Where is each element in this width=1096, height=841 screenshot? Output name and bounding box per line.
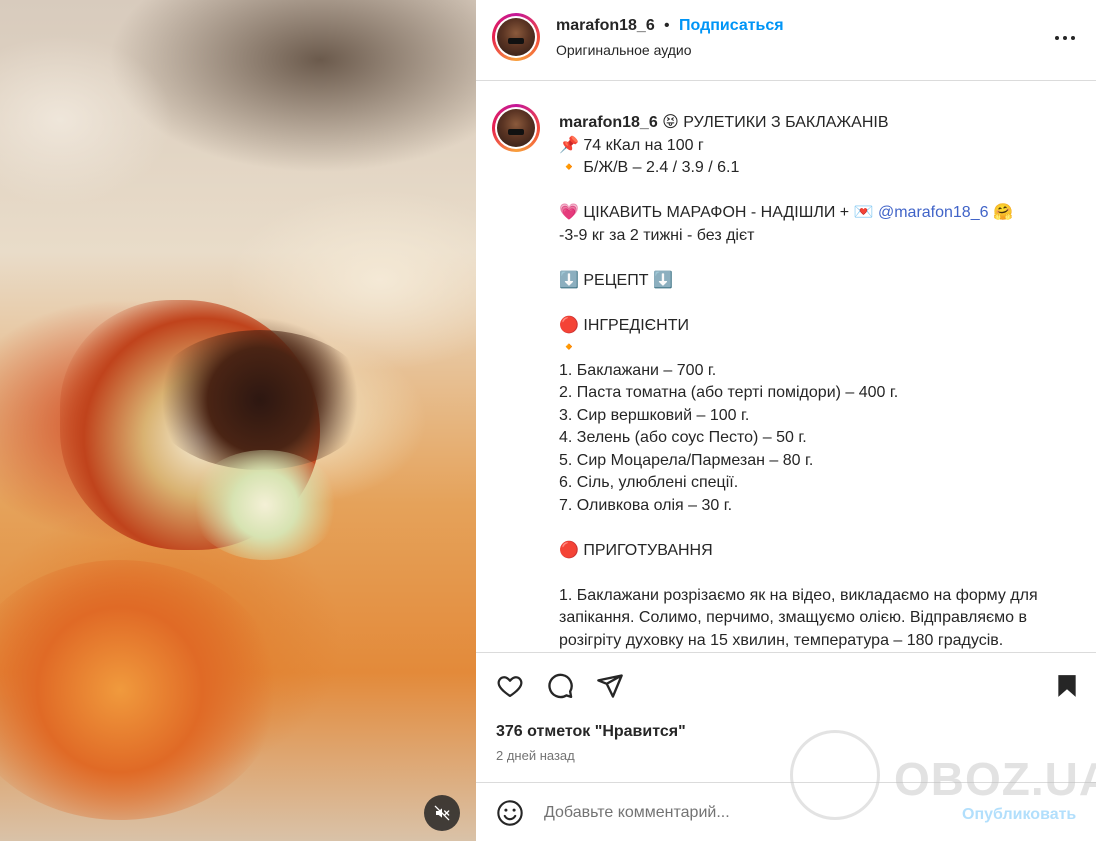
- share-button[interactable]: [594, 670, 626, 702]
- separator-dot: •: [664, 17, 670, 34]
- caption-line: marafon18_6 😝 РУЛЕТИКИ З БАКЛАЖАНІВ: [559, 114, 889, 131]
- recipe-step: 1. Баклажани розрізаємо як на відео, вик…: [559, 586, 1038, 649]
- comment-icon: [548, 673, 573, 699]
- more-icon: [1055, 36, 1059, 40]
- post-video[interactable]: [0, 0, 476, 841]
- avatar[interactable]: [492, 13, 540, 61]
- caption-line: 🔸 Б/Ж/В – 2.4 / 3.9 / 6.1: [559, 159, 740, 176]
- ingredient-item: 3. Сир вершковий – 100 г.: [559, 406, 750, 424]
- more-options-button[interactable]: [1052, 28, 1078, 48]
- ingredient-item: 6. Сіль, улюблені спеції.: [559, 474, 739, 491]
- caption-line: 💗 ЦІКАВИТЬ МАРАФОН - НАДІШЛИ + 💌 @marafo…: [559, 204, 1013, 221]
- mute-button[interactable]: [424, 795, 460, 831]
- ingredient-item: 1. Баклажани – 700 г.: [559, 361, 717, 379]
- avatar-image: [497, 18, 535, 56]
- ingredient-item: 5. Сир Моцарела/Пармезан – 80 г.: [559, 451, 814, 469]
- post-date[interactable]: 2 дней назад: [496, 748, 575, 763]
- bookmark-icon: [1058, 675, 1076, 697]
- caption-line: 🔸: [559, 339, 579, 356]
- share-icon: [597, 674, 623, 698]
- video-frame-layer: [0, 560, 280, 820]
- video-frame-layer: [190, 450, 340, 560]
- comment-input[interactable]: [544, 797, 944, 829]
- caption-line: 📌 74 кКал на 100 г: [559, 136, 704, 154]
- publish-button[interactable]: Опубликовать: [962, 806, 1076, 824]
- caption-section: marafon18_6 😝 РУЛЕТИКИ З БАКЛАЖАНІВ 📌 74…: [476, 82, 1096, 652]
- heart-icon: [497, 676, 523, 698]
- like-button[interactable]: [494, 670, 526, 702]
- follow-button[interactable]: Подписаться: [679, 17, 784, 35]
- caption-avatar[interactable]: [492, 104, 540, 152]
- likes-count[interactable]: 376 отметок "Нравится": [496, 723, 686, 741]
- avatar-image: [497, 109, 535, 147]
- video-frame-layer: [150, 330, 370, 470]
- ingredient-item: 2. Паста томатна (або терті помідори) – …: [559, 384, 899, 401]
- comment-composer: Опубликовать: [476, 782, 1096, 841]
- save-button[interactable]: [1051, 670, 1083, 702]
- caption-line: ⬇️ РЕЦЕПТ ⬇️: [559, 271, 673, 289]
- author-username[interactable]: marafon18_6: [556, 17, 655, 35]
- ingredient-item: 7. Оливкова олія – 30 г.: [559, 496, 733, 514]
- caption-text: marafon18_6 😝 РУЛЕТИКИ З БАКЛАЖАНІВ 📌 74…: [559, 112, 1079, 652]
- mention-link[interactable]: @marafon18_6: [878, 204, 989, 221]
- emoji-icon: [497, 800, 523, 826]
- action-bar: 376 отметок "Нравится" 2 дней назад: [476, 652, 1096, 782]
- caption-username[interactable]: marafon18_6: [559, 114, 658, 131]
- ingredient-item: 4. Зелень (або соус Песто) – 50 г.: [559, 429, 807, 446]
- audio-link[interactable]: Оригинальное аудио: [556, 42, 692, 58]
- caption-line: -3-9 кг за 2 тижні - без дієт: [559, 226, 755, 244]
- caption-line: 🔴 ІНГРЕДІЄНТИ: [559, 316, 689, 334]
- caption-line: 🔴 ПРИГОТУВАННЯ: [559, 541, 713, 559]
- volume-off-icon: [434, 805, 450, 821]
- emoji-button[interactable]: [496, 799, 524, 827]
- post-header: marafon18_6 • Подписаться Оригинальное а…: [476, 0, 1096, 81]
- post-panel: marafon18_6 • Подписаться Оригинальное а…: [476, 0, 1096, 841]
- comment-button[interactable]: [544, 670, 576, 702]
